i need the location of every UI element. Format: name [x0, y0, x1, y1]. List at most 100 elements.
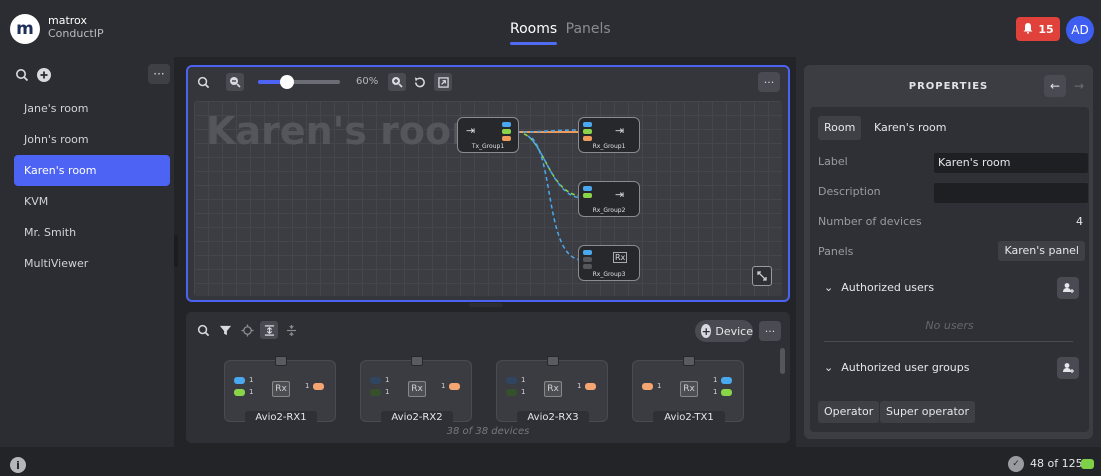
pin-audio[interactable]	[721, 389, 732, 396]
device-count: 38 of 38 devices	[446, 426, 530, 437]
expand-all-icon[interactable]	[260, 321, 278, 339]
canvas-search-icon[interactable]	[194, 73, 212, 91]
object-name: Karen's room	[874, 121, 947, 134]
zoom-out-icon[interactable]	[226, 73, 244, 91]
sidebar-item-janes-room[interactable]: Jane's room	[14, 93, 170, 124]
pin-number: 1	[713, 388, 718, 396]
pin-number: 1	[249, 388, 254, 396]
pin-audio[interactable]	[370, 389, 381, 396]
device-card-avio2-tx1[interactable]: 1 Rx 1 1 Avio2-TX1	[632, 356, 744, 425]
zoom-slider-thumb[interactable]	[279, 75, 294, 89]
device-scrollbar[interactable]	[780, 348, 785, 374]
pin-video[interactable]	[583, 250, 592, 255]
pin-number: 1	[577, 382, 582, 390]
pin-data[interactable]	[313, 383, 324, 390]
node-label: Rx_Group3	[592, 271, 626, 278]
locate-icon[interactable]	[238, 321, 256, 339]
device-more-button[interactable]: ···	[759, 321, 781, 341]
canvas-more-button[interactable]: ···	[758, 72, 780, 92]
label-field-label: Label	[818, 155, 848, 168]
connection-canvas[interactable]: Karen's room ⇥ Tx_Group1 ⇥ Rx_Group1 ⇥ R…	[194, 101, 782, 296]
pin-video[interactable]	[583, 122, 592, 127]
pin-data[interactable]	[642, 383, 653, 390]
node-tx-group1[interactable]: ⇥ Tx_Group1	[457, 117, 519, 153]
add-device-button[interactable]: + Device	[695, 320, 753, 342]
device-connector	[547, 356, 559, 366]
add-device-label: Device	[715, 324, 753, 338]
node-rx-group3[interactable]: Rx Rx_Group3	[578, 245, 640, 281]
pin-audio[interactable]	[583, 257, 592, 262]
rooms-sidebar: ··· Jane's room John's room Karen's room…	[0, 57, 174, 447]
pin-data[interactable]	[583, 264, 592, 269]
properties-panel: PROPERTIES ← → Room Karen's room Label K…	[796, 57, 1101, 447]
zoom-in-icon[interactable]	[388, 73, 406, 91]
user-avatar[interactable]: AD	[1066, 16, 1094, 44]
add-user-icon[interactable]	[1057, 277, 1079, 299]
sidebar-item-multiviewer[interactable]: MultiViewer	[14, 248, 170, 279]
sidebar-more-button[interactable]: ···	[148, 64, 170, 84]
pin-data[interactable]	[585, 383, 596, 390]
filter-icon[interactable]	[216, 321, 234, 339]
brand-name: matrox	[48, 14, 87, 27]
pin-video[interactable]	[506, 377, 517, 384]
panel-resize-handle[interactable]	[469, 303, 503, 307]
device-search-icon[interactable]	[194, 321, 212, 339]
pin-video[interactable]	[721, 377, 732, 384]
panel-chip[interactable]: Karen's panel	[998, 241, 1085, 261]
verified-badge-icon: ✓	[1008, 456, 1024, 472]
back-arrow-icon[interactable]: ←	[1044, 75, 1066, 97]
collapse-all-icon[interactable]	[282, 321, 300, 339]
zoom-slider[interactable]	[258, 75, 340, 89]
forward-arrow-icon[interactable]: →	[1068, 75, 1090, 97]
add-room-icon[interactable]	[34, 65, 54, 85]
pin-audio[interactable]	[506, 389, 517, 396]
num-devices-label: Number of devices	[818, 215, 922, 228]
pin-video[interactable]	[502, 122, 511, 127]
authorized-groups-toggle[interactable]: ⌄ Authorized user groups	[824, 361, 970, 374]
device-name: Avio2-TX1	[653, 411, 725, 425]
pin-video[interactable]	[234, 377, 245, 384]
sidebar-resize-handle[interactable]	[174, 235, 178, 267]
label-field[interactable]: Karen's room	[934, 153, 1088, 173]
sidebar-item-mr-smith[interactable]: Mr. Smith	[14, 217, 170, 248]
group-chip-super-operator[interactable]: Super operator	[880, 401, 976, 423]
pin-audio[interactable]	[234, 389, 245, 396]
search-icon[interactable]	[12, 65, 32, 85]
description-field[interactable]	[934, 183, 1088, 203]
pin-audio[interactable]	[583, 193, 592, 198]
chevron-down-icon: ⌄	[824, 281, 834, 294]
node-rx-group2[interactable]: ⇥ Rx_Group2	[578, 181, 640, 217]
tab-panels[interactable]: Panels	[566, 21, 611, 37]
alarm-bell-icon	[1022, 22, 1034, 37]
divider	[824, 341, 1073, 342]
node-rx-group1[interactable]: ⇥ Rx_Group1	[578, 117, 640, 153]
node-label: Rx_Group2	[592, 207, 626, 214]
info-icon[interactable]: i	[10, 457, 26, 473]
node-label: Rx_Group1	[592, 143, 626, 150]
pin-data[interactable]	[449, 383, 460, 390]
object-type-chip: Room	[818, 116, 862, 140]
pin-data[interactable]	[502, 136, 511, 141]
pin-audio[interactable]	[502, 129, 511, 134]
tab-rooms[interactable]: Rooms	[510, 21, 557, 37]
device-card-avio2-rx3[interactable]: 1 1 Rx 1 Avio2-RX3	[496, 356, 608, 425]
tx-rx-device-icon: Rx	[680, 381, 698, 397]
canvas-toolbar: 60% ···	[188, 67, 788, 97]
sidebar-item-johns-room[interactable]: John's room	[14, 124, 170, 155]
authorized-users-toggle[interactable]: ⌄ Authorized users	[824, 281, 934, 294]
pin-video[interactable]	[370, 377, 381, 384]
reset-zoom-icon[interactable]	[410, 73, 428, 91]
num-devices-value: 4	[1076, 215, 1083, 228]
add-group-icon[interactable]	[1057, 357, 1079, 379]
pin-audio[interactable]	[583, 129, 592, 134]
sidebar-item-karens-room[interactable]: Karen's room	[14, 155, 170, 186]
fit-view-icon[interactable]	[434, 73, 452, 91]
pin-data[interactable]	[583, 136, 592, 141]
device-card-avio2-rx2[interactable]: 1 1 Rx 1 Avio2-RX2	[360, 356, 472, 425]
sidebar-item-kvm[interactable]: KVM	[14, 186, 170, 217]
group-chip-operator[interactable]: Operator	[818, 401, 880, 423]
pin-video[interactable]	[583, 186, 592, 191]
expand-canvas-icon[interactable]	[752, 266, 772, 286]
device-card-avio2-rx1[interactable]: 1 1 Rx 1 Avio2-RX1	[224, 356, 336, 425]
alarm-button[interactable]: 15	[1016, 17, 1060, 41]
